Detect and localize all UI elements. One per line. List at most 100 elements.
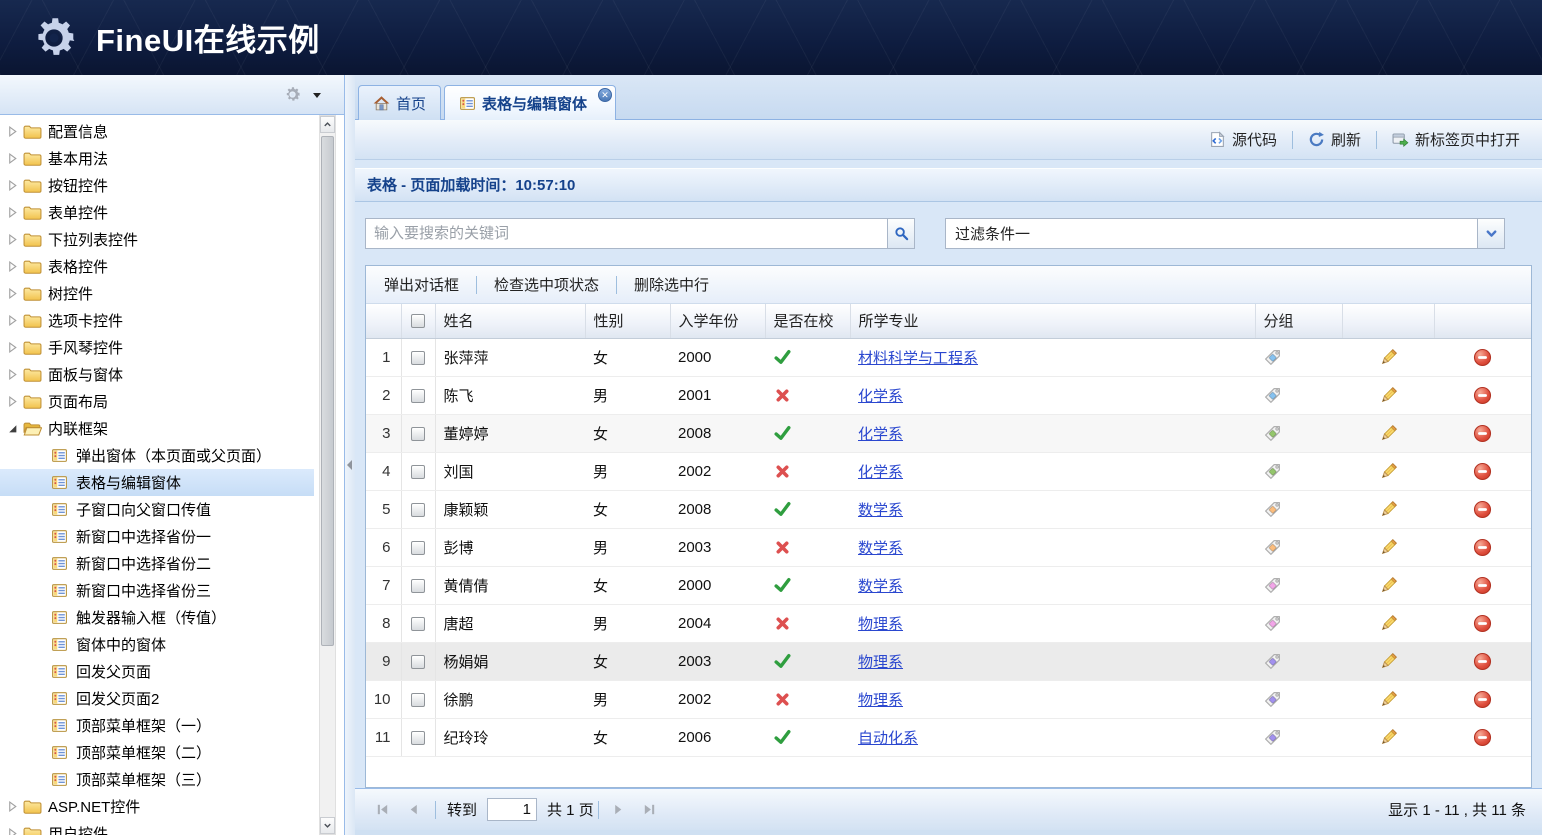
delete-row-button[interactable]: [1473, 462, 1492, 481]
major-link[interactable]: 数学系: [858, 578, 903, 595]
page-number-input[interactable]: [487, 798, 537, 821]
edit-row-button[interactable]: [1379, 690, 1398, 709]
major-link[interactable]: 材料科学与工程系: [858, 350, 978, 367]
major-link[interactable]: 自动化系: [858, 730, 918, 747]
panel-splitter[interactable]: [345, 75, 355, 835]
sidebar-item-folder-9[interactable]: 面板与窗体: [0, 361, 314, 388]
delete-row-button[interactable]: [1473, 500, 1492, 519]
refresh-button[interactable]: 刷新: [1298, 125, 1371, 154]
menu-caret-icon[interactable]: [312, 90, 322, 100]
sidebar-item-folder-1[interactable]: 基本用法: [0, 145, 314, 172]
tree-expander[interactable]: [7, 153, 19, 165]
delete-row-button[interactable]: [1473, 614, 1492, 633]
popup-dialog-button[interactable]: 弹出对话框: [372, 270, 471, 299]
sidebar-item-leaf-13[interactable]: 表格与编辑窗体: [0, 469, 314, 496]
tree-expander[interactable]: [7, 207, 19, 219]
sidebar-item-folder-0[interactable]: 配置信息: [0, 118, 314, 145]
sidebar-item-leaf-23[interactable]: 顶部菜单框架（二）: [0, 739, 314, 766]
tree-expander[interactable]: [7, 180, 19, 192]
edit-row-button[interactable]: [1379, 500, 1398, 519]
next-page-button[interactable]: [608, 799, 630, 821]
tree-expander[interactable]: [7, 369, 19, 381]
major-link[interactable]: 化学系: [858, 464, 903, 481]
sidebar-item-leaf-17[interactable]: 新窗口中选择省份三: [0, 577, 314, 604]
delete-row-button[interactable]: [1473, 424, 1492, 443]
edit-row-button[interactable]: [1379, 728, 1398, 747]
edit-row-button[interactable]: [1379, 652, 1398, 671]
tree-expander[interactable]: [7, 288, 19, 300]
column-header-year[interactable]: 入学年份: [670, 304, 765, 338]
delete-row-button[interactable]: [1473, 652, 1492, 671]
row-checkbox[interactable]: [411, 465, 425, 479]
tree-expander[interactable]: [7, 261, 19, 273]
edit-row-button[interactable]: [1379, 538, 1398, 557]
tree-expander[interactable]: [7, 342, 19, 354]
tab-home[interactable]: 首页: [358, 85, 441, 120]
tree-expander[interactable]: [7, 828, 19, 835]
edit-row-button[interactable]: [1379, 348, 1398, 367]
delete-row-button[interactable]: [1473, 348, 1492, 367]
major-link[interactable]: 物理系: [858, 654, 903, 671]
settings-gear-icon[interactable]: [283, 85, 302, 104]
sidebar-item-folder-5[interactable]: 表格控件: [0, 253, 314, 280]
edit-row-button[interactable]: [1379, 614, 1398, 633]
sidebar-item-leaf-12[interactable]: 弹出窗体（本页面或父页面）: [0, 442, 314, 469]
edit-row-button[interactable]: [1379, 386, 1398, 405]
source-code-button[interactable]: 源代码: [1199, 125, 1287, 154]
sidebar-item-folder-3[interactable]: 表单控件: [0, 199, 314, 226]
select-all-checkbox[interactable]: [411, 314, 425, 328]
delete-row-button[interactable]: [1473, 386, 1492, 405]
delete-row-button[interactable]: [1473, 690, 1492, 709]
prev-page-button[interactable]: [402, 799, 424, 821]
sidebar-item-folder-8[interactable]: 手风琴控件: [0, 334, 314, 361]
sidebar-item-leaf-22[interactable]: 顶部菜单框架（一）: [0, 712, 314, 739]
sidebar-item-leaf-21[interactable]: 回发父页面2: [0, 685, 314, 712]
tree-expander[interactable]: [7, 423, 19, 435]
sidebar-item-folder-26[interactable]: 用户控件: [0, 820, 314, 835]
search-input[interactable]: [366, 219, 887, 248]
scroll-up-button[interactable]: [320, 116, 335, 133]
major-link[interactable]: 物理系: [858, 692, 903, 709]
row-checkbox[interactable]: [411, 427, 425, 441]
scrollbar-thumb[interactable]: [321, 136, 334, 646]
sidebar-item-folder-25[interactable]: ASP.NET控件: [0, 793, 314, 820]
major-link[interactable]: 数学系: [858, 540, 903, 557]
sidebar-item-leaf-15[interactable]: 新窗口中选择省份一: [0, 523, 314, 550]
column-header-major[interactable]: 所学专业: [850, 304, 1255, 338]
search-button[interactable]: [887, 219, 914, 248]
sidebar-item-folder-11[interactable]: 内联框架: [0, 415, 314, 442]
sidebar-item-leaf-16[interactable]: 新窗口中选择省份二: [0, 550, 314, 577]
sidebar-item-folder-4[interactable]: 下拉列表控件: [0, 226, 314, 253]
row-checkbox[interactable]: [411, 617, 425, 631]
sidebar-item-leaf-20[interactable]: 回发父页面: [0, 658, 314, 685]
tree-expander[interactable]: [7, 396, 19, 408]
major-link[interactable]: 物理系: [858, 616, 903, 633]
row-checkbox[interactable]: [411, 503, 425, 517]
delete-row-button[interactable]: [1473, 538, 1492, 557]
filter-dropdown[interactable]: 过滤条件一: [945, 218, 1505, 249]
first-page-button[interactable]: [371, 799, 393, 821]
column-header-gender[interactable]: 性别: [585, 304, 670, 338]
edit-row-button[interactable]: [1379, 462, 1398, 481]
sidebar-item-leaf-24[interactable]: 顶部菜单框架（三）: [0, 766, 314, 793]
tab-grid-edit-window[interactable]: 表格与编辑窗体 ✕: [444, 85, 616, 120]
row-checkbox[interactable]: [411, 731, 425, 745]
column-header-enrolled[interactable]: 是否在校: [765, 304, 850, 338]
edit-row-button[interactable]: [1379, 576, 1398, 595]
tab-close-icon[interactable]: ✕: [598, 88, 612, 102]
dropdown-trigger-button[interactable]: [1477, 219, 1504, 248]
major-link[interactable]: 化学系: [858, 426, 903, 443]
row-checkbox[interactable]: [411, 693, 425, 707]
row-checkbox[interactable]: [411, 655, 425, 669]
sidebar-item-leaf-19[interactable]: 窗体中的窗体: [0, 631, 314, 658]
tree-expander[interactable]: [7, 801, 19, 813]
column-header-name[interactable]: 姓名: [435, 304, 585, 338]
sidebar-item-leaf-18[interactable]: 触发器输入框（传值）: [0, 604, 314, 631]
scroll-down-button[interactable]: [320, 817, 335, 834]
sidebar-item-folder-7[interactable]: 选项卡控件: [0, 307, 314, 334]
sidebar-item-leaf-14[interactable]: 子窗口向父窗口传值: [0, 496, 314, 523]
delete-row-button[interactable]: [1473, 576, 1492, 595]
sidebar-item-folder-2[interactable]: 按钮控件: [0, 172, 314, 199]
tree-expander[interactable]: [7, 126, 19, 138]
row-checkbox[interactable]: [411, 389, 425, 403]
